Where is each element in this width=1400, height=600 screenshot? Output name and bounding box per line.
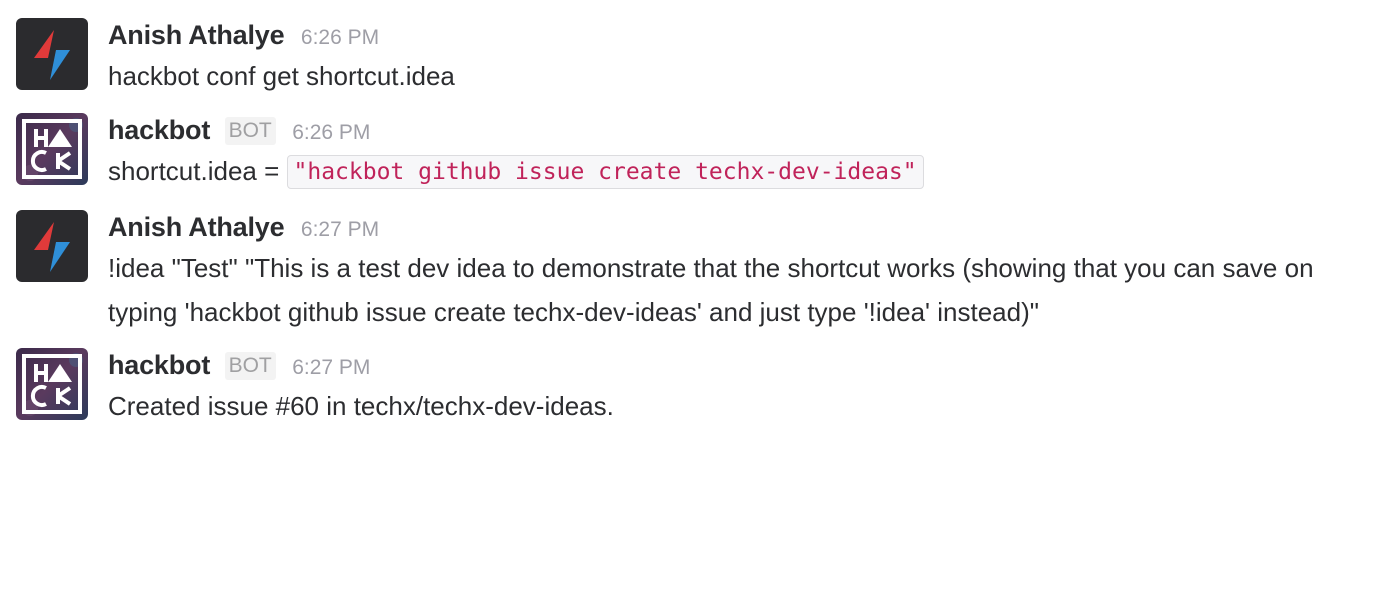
message-text: hackbot conf get shortcut.idea (108, 61, 455, 91)
timestamp[interactable]: 6:26 PM (301, 26, 379, 49)
message-feed: Anish Athalye 6:26 PM hackbot conf get s… (0, 0, 1400, 600)
hack-logo-icon[interactable] (16, 113, 88, 185)
message-body: Anish Athalye 6:26 PM hackbot conf get s… (108, 16, 1360, 98)
author-name[interactable]: Anish Athalye (108, 212, 285, 242)
message-body: hackbot BOT 6:27 PM Created issue #60 in… (108, 346, 1360, 428)
bot-badge: BOT (224, 352, 276, 380)
timestamp[interactable]: 6:26 PM (292, 121, 370, 144)
bot-badge: BOT (224, 117, 276, 145)
message-header: Anish Athalye 6:27 PM (108, 208, 1360, 246)
message-header: hackbot BOT 6:27 PM (108, 346, 1360, 384)
message-text: shortcut.idea = "hackbot github issue cr… (108, 149, 1360, 193)
timestamp[interactable]: 6:27 PM (292, 356, 370, 379)
message-header: hackbot BOT 6:26 PM (108, 111, 1360, 149)
message-body: hackbot BOT 6:26 PM shortcut.idea = "hac… (108, 111, 1360, 193)
lightning-bolt-icon[interactable] (16, 18, 88, 90)
author-name[interactable]: hackbot (108, 350, 210, 380)
author-name[interactable]: Anish Athalye (108, 20, 285, 50)
message-text: !idea "Test" "This is a test dev idea to… (108, 253, 1314, 327)
message-text: Created issue #60 in techx/techx-dev-ide… (108, 391, 614, 421)
hack-logo-icon[interactable] (16, 348, 88, 420)
author-name[interactable]: hackbot (108, 115, 210, 145)
message-text-prefix: shortcut.idea = (108, 156, 287, 186)
message-body: Anish Athalye 6:27 PM !idea "Test" "This… (108, 208, 1360, 334)
message-header: Anish Athalye 6:26 PM (108, 16, 1360, 54)
lightning-bolt-icon[interactable] (16, 210, 88, 282)
timestamp[interactable]: 6:27 PM (301, 218, 379, 241)
inline-code: "hackbot github issue create techx-dev-i… (286, 155, 924, 189)
